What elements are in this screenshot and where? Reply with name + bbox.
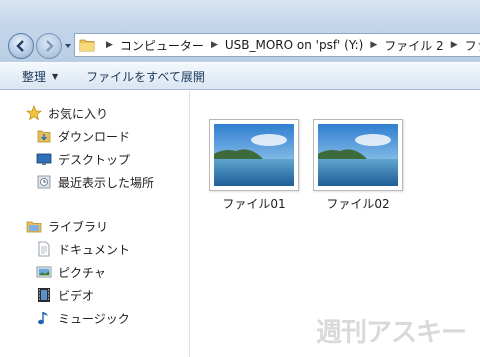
chevron-down-icon: ▼ (52, 71, 59, 81)
back-arrow-icon (16, 40, 24, 52)
file-item[interactable]: ファイル02 (308, 119, 408, 212)
file-item[interactable]: ファイル01 (204, 119, 304, 212)
sidebar-item-label: デスクトップ (58, 152, 131, 167)
recent-places-icon (36, 174, 52, 190)
sidebar-item-label: ドキュメント (58, 242, 131, 257)
breadcrumb-current[interactable]: ファイ (465, 37, 480, 54)
sidebar-item-desktop[interactable]: デスクトップ (36, 149, 130, 169)
videos-icon (36, 287, 52, 303)
address-region: ▶ コンピューター ▶ USB_MORO on 'psf' (Y:) ▶ ファイ… (0, 0, 480, 62)
sidebar-item-label: ビデオ (58, 288, 95, 303)
breadcrumb-computer[interactable]: コンピューター (120, 37, 204, 54)
watermark: 週刊アスキー (315, 318, 467, 348)
documents-icon (36, 241, 52, 257)
sidebar-item-documents[interactable]: ドキュメント (36, 239, 130, 259)
back-button[interactable] (8, 33, 34, 59)
pictures-icon (36, 264, 52, 280)
image-thumbnail (313, 119, 403, 191)
breadcrumb-separator[interactable]: ▶ (451, 40, 458, 50)
breadcrumb-file2[interactable]: ファイル 2 (384, 37, 443, 54)
folder-icon (79, 39, 95, 52)
libraries-icon (26, 218, 42, 234)
file-name: ファイル02 (326, 197, 390, 211)
breadcrumb-separator: ▶ (106, 40, 113, 50)
navigation-pane: お気に入り ダウンロード デスクトップ 最近表示した場所 ライブラリ ドキュメン… (0, 91, 190, 357)
command-bar: 整理 ▼ ファイルをすべて展開 (0, 62, 480, 90)
folder-download-icon (36, 128, 52, 144)
sidebar-item-videos[interactable]: ビデオ (36, 285, 94, 305)
sidebar-item-label: ピクチャ (58, 265, 106, 280)
image-thumbnail (209, 119, 299, 191)
sidebar-item-downloads[interactable]: ダウンロード (36, 126, 130, 146)
organize-button[interactable]: 整理 ▼ (12, 65, 68, 87)
sidebar-libraries-header[interactable]: ライブラリ (26, 216, 108, 236)
star-icon (26, 105, 42, 121)
music-note-icon (36, 310, 52, 326)
address-bar[interactable]: ▶ コンピューター ▶ USB_MORO on 'psf' (Y:) ▶ ファイ… (74, 33, 480, 57)
sidebar-item-label: ダウンロード (58, 129, 131, 144)
extract-all-button[interactable]: ファイルをすべて展開 (76, 65, 215, 87)
breadcrumb-usb-drive[interactable]: USB_MORO on 'psf' (Y:) (225, 38, 363, 52)
sidebar-item-label: ミュージック (58, 311, 130, 326)
recent-pages-dropdown-icon[interactable] (63, 41, 73, 51)
sidebar-item-recent-places[interactable]: 最近表示した場所 (36, 172, 154, 192)
breadcrumb-separator[interactable]: ▶ (370, 40, 377, 50)
extract-all-label: ファイルをすべて展開 (86, 69, 205, 84)
sidebar-item-pictures[interactable]: ピクチャ (36, 262, 106, 282)
sidebar-item-music[interactable]: ミュージック (36, 308, 130, 328)
sidebar-libraries-label: ライブラリ (48, 219, 109, 234)
forward-arrow-icon (46, 40, 54, 52)
file-name: ファイル01 (222, 197, 286, 211)
sidebar-item-label: 最近表示した場所 (58, 175, 155, 190)
forward-button[interactable] (36, 33, 62, 59)
sidebar-favorites-header[interactable]: お気に入り (26, 103, 108, 123)
sidebar-favorites-label: お気に入り (48, 106, 109, 121)
breadcrumb-separator[interactable]: ▶ (211, 40, 218, 50)
organize-label: 整理 (22, 69, 47, 84)
desktop-icon (36, 151, 52, 167)
